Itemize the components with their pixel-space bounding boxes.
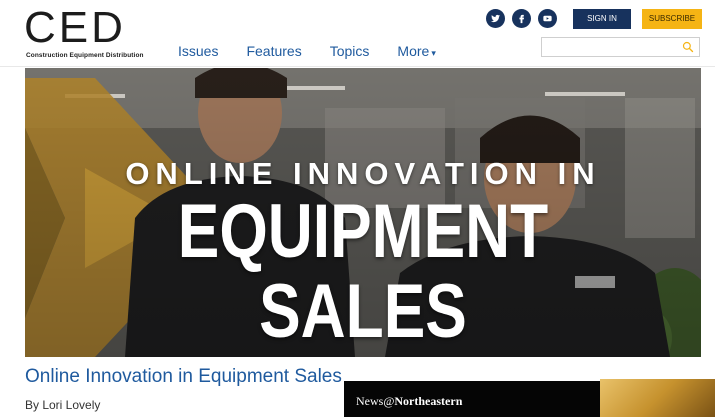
hero-headline-main: EQUIPMENT SALES — [177, 189, 549, 354]
search-input[interactable] — [546, 39, 680, 57]
nav-item-more-label: More — [397, 43, 430, 59]
facebook-icon[interactable] — [512, 9, 531, 28]
sign-in-button[interactable]: SIGN IN — [573, 9, 631, 29]
news-brand: Northeastern — [394, 394, 463, 408]
logo-mark: CED — [24, 3, 126, 52]
nav-item-more[interactable]: More ▾ — [397, 43, 435, 61]
news-banner-thumbnail[interactable] — [600, 379, 715, 417]
news-banner-text: News@Northeastern — [356, 394, 462, 409]
social-links — [486, 9, 557, 28]
youtube-icon[interactable] — [538, 9, 557, 28]
hero-image[interactable]: ONLINE INNOVATION IN EQUIPMENT SALES — [25, 68, 701, 357]
twitter-icon[interactable] — [486, 9, 505, 28]
article-byline: By Lori Lovely — [25, 398, 101, 412]
nav-item-topics[interactable]: Topics — [330, 43, 370, 61]
logo-subtitle: Construction Equipment Distribution — [26, 52, 144, 59]
search-icon[interactable] — [682, 41, 694, 53]
site-header: CED Construction Equipment Distribution … — [0, 0, 715, 66]
news-prefix: News@ — [356, 394, 395, 408]
subscribe-button[interactable]: SUBSCRIBE — [642, 9, 702, 29]
search-box — [541, 37, 700, 57]
ced-logo[interactable]: CED Construction Equipment Distribution — [24, 6, 154, 62]
header-divider — [0, 66, 715, 67]
main-nav: Issues Features Topics More ▾ — [178, 43, 464, 61]
hero-headline-top: ONLINE INNOVATION IN — [125, 156, 601, 191]
nav-item-issues[interactable]: Issues — [178, 43, 218, 61]
article-title-link[interactable]: Online Innovation in Equipment Sales — [25, 366, 342, 388]
nav-item-features[interactable]: Features — [246, 43, 301, 61]
caret-down-icon: ▾ — [431, 48, 436, 58]
